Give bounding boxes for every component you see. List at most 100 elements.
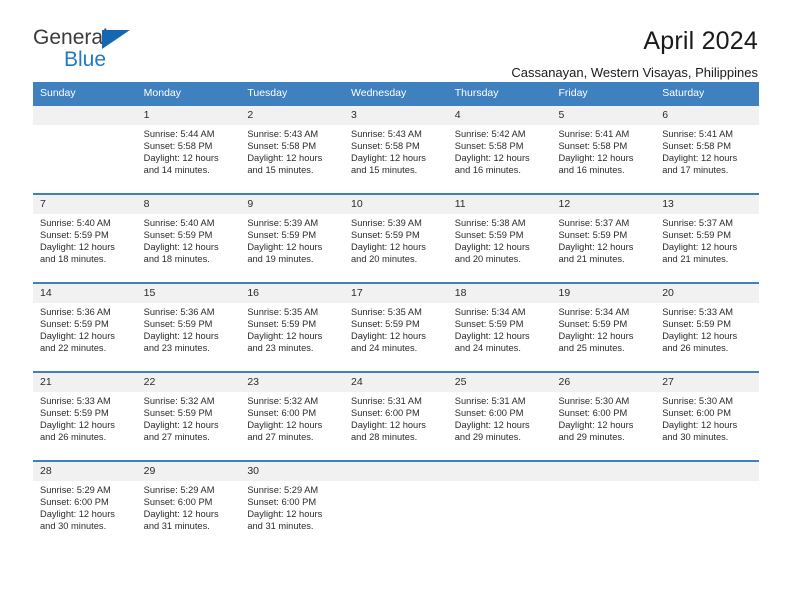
title-block: April 2024 Cassanayan, Western Visayas, … (153, 26, 758, 82)
day-number: 11 (447, 195, 552, 214)
day-details: Sunrise: 5:34 AM Sunset: 5:59 PM Dayligh… (454, 307, 530, 353)
day-details: Sunrise: 5:44 AM Sunset: 5:58 PM Dayligh… (143, 129, 219, 175)
day-number: 25 (447, 373, 552, 392)
day-details (551, 481, 655, 485)
day-details: Sunrise: 5:32 AM Sunset: 5:59 PM Dayligh… (143, 396, 219, 442)
day-details: Sunrise: 5:29 AM Sunset: 6:00 PM Dayligh… (40, 485, 115, 531)
day-details: Sunrise: 5:29 AM Sunset: 6:00 PM Dayligh… (143, 485, 219, 531)
day-cell[interactable]: 5 Sunrise: 5:41 AM Sunset: 5:58 PM Daylig… (551, 104, 656, 194)
day-cell-empty (447, 460, 552, 550)
day-details: Sunrise: 5:39 AM Sunset: 5:59 PM Dayligh… (351, 218, 426, 264)
day-number: 23 (240, 373, 345, 392)
day-number: 13 (655, 195, 759, 214)
day-details: Sunrise: 5:31 AM Sunset: 6:00 PM Dayligh… (454, 396, 530, 442)
week-row: 21 Sunrise: 5:33 AM Sunset: 5:59 PM Dayli… (33, 371, 759, 461)
day-number (447, 462, 552, 481)
day-details: Sunrise: 5:40 AM Sunset: 5:59 PM Dayligh… (143, 218, 219, 264)
day-details: Sunrise: 5:36 AM Sunset: 5:59 PM Dayligh… (40, 307, 115, 353)
day-cell[interactable]: 20 Sunrise: 5:33 AM Sunset: 5:59 PM Dayli… (655, 282, 759, 372)
day-cell-empty (551, 460, 656, 550)
day-number: 30 (240, 462, 345, 481)
day-details: Sunrise: 5:33 AM Sunset: 5:59 PM Dayligh… (662, 307, 738, 353)
day-cell[interactable]: 28 Sunrise: 5:29 AM Sunset: 6:00 PM Dayli… (33, 460, 137, 550)
day-details: Sunrise: 5:34 AM Sunset: 5:59 PM Dayligh… (558, 307, 634, 353)
day-cell[interactable]: 1 Sunrise: 5:44 AM Sunset: 5:58 PM Daylig… (136, 104, 241, 194)
page-subtitle: Cassanayan, Western Visayas, Philippines (511, 65, 758, 80)
day-cell[interactable]: 18 Sunrise: 5:34 AM Sunset: 5:59 PM Dayli… (447, 282, 552, 372)
day-cell[interactable]: 2 Sunrise: 5:43 AM Sunset: 5:58 PM Daylig… (240, 104, 345, 194)
day-cell[interactable]: 23 Sunrise: 5:32 AM Sunset: 6:00 PM Dayli… (240, 371, 345, 461)
day-cell[interactable]: 19 Sunrise: 5:34 AM Sunset: 5:59 PM Dayli… (551, 282, 656, 372)
week-row: 1 Sunrise: 5:44 AM Sunset: 5:58 PM Daylig… (33, 104, 759, 194)
day-cell[interactable]: 22 Sunrise: 5:32 AM Sunset: 5:59 PM Dayli… (136, 371, 241, 461)
day-number: 29 (136, 462, 241, 481)
day-number: 5 (551, 106, 656, 125)
day-cell-empty (344, 460, 448, 550)
day-cell[interactable]: 8 Sunrise: 5:40 AM Sunset: 5:59 PM Daylig… (136, 193, 241, 283)
day-details: Sunrise: 5:41 AM Sunset: 5:58 PM Dayligh… (662, 129, 738, 175)
day-details: Sunrise: 5:37 AM Sunset: 5:59 PM Dayligh… (662, 218, 738, 264)
day-number (551, 462, 656, 481)
day-details (33, 125, 137, 129)
week-row: 28 Sunrise: 5:29 AM Sunset: 6:00 PM Dayli… (33, 460, 759, 550)
day-details (344, 481, 448, 485)
day-number (655, 462, 759, 481)
day-cell[interactable]: 10 Sunrise: 5:39 AM Sunset: 5:59 PM Dayli… (344, 193, 448, 283)
day-details: Sunrise: 5:38 AM Sunset: 5:59 PM Dayligh… (454, 218, 530, 264)
day-details: Sunrise: 5:42 AM Sunset: 5:58 PM Dayligh… (454, 129, 530, 175)
day-number: 9 (240, 195, 345, 214)
day-cell[interactable] (33, 104, 137, 194)
week-row: 14 Sunrise: 5:36 AM Sunset: 5:59 PM Dayli… (33, 282, 759, 372)
day-number: 20 (655, 284, 759, 303)
day-number: 27 (655, 373, 759, 392)
day-cell[interactable]: 25 Sunrise: 5:31 AM Sunset: 6:00 PM Dayli… (447, 371, 552, 461)
day-cell[interactable]: 21 Sunrise: 5:33 AM Sunset: 5:59 PM Dayli… (33, 371, 137, 461)
day-cell[interactable]: 24 Sunrise: 5:31 AM Sunset: 6:00 PM Dayli… (344, 371, 448, 461)
day-number: 2 (240, 106, 345, 125)
general-blue-logo[interactable]: General Blue (33, 26, 153, 78)
day-details: Sunrise: 5:43 AM Sunset: 5:58 PM Dayligh… (247, 129, 323, 175)
day-cell[interactable]: 13 Sunrise: 5:37 AM Sunset: 5:59 PM Dayli… (655, 193, 759, 283)
day-number: 14 (33, 284, 137, 303)
day-cell[interactable]: 11 Sunrise: 5:38 AM Sunset: 5:59 PM Dayli… (447, 193, 552, 283)
weekday-header-tuesday: Tuesday (240, 82, 345, 105)
day-cell[interactable]: 9 Sunrise: 5:39 AM Sunset: 5:59 PM Daylig… (240, 193, 345, 283)
day-details: Sunrise: 5:33 AM Sunset: 5:59 PM Dayligh… (40, 396, 115, 442)
day-cell[interactable]: 27 Sunrise: 5:30 AM Sunset: 6:00 PM Dayli… (655, 371, 759, 461)
day-cell[interactable]: 3 Sunrise: 5:43 AM Sunset: 5:58 PM Daylig… (344, 104, 448, 194)
day-cell[interactable]: 15 Sunrise: 5:36 AM Sunset: 5:59 PM Dayli… (136, 282, 241, 372)
day-number: 19 (551, 284, 656, 303)
day-cell[interactable]: 29 Sunrise: 5:29 AM Sunset: 6:00 PM Dayli… (136, 460, 241, 550)
weekday-header-wednesday: Wednesday (344, 82, 448, 105)
sunrise-sunset-calendar: Sunday Monday Tuesday Wednesday Thursday… (33, 82, 759, 550)
day-number: 7 (33, 195, 137, 214)
logo-word-general: General (33, 26, 108, 49)
day-cell[interactable]: 6 Sunrise: 5:41 AM Sunset: 5:58 PM Daylig… (655, 104, 759, 194)
day-cell-empty (655, 460, 759, 550)
calendar-page: General Blue April 2024 Cassanayan, West… (0, 0, 792, 612)
logo-word-blue: Blue (64, 48, 107, 71)
calendar-body: 1 Sunrise: 5:44 AM Sunset: 5:58 PM Daylig… (33, 104, 759, 550)
day-details: Sunrise: 5:30 AM Sunset: 6:00 PM Dayligh… (558, 396, 634, 442)
day-number: 4 (447, 106, 552, 125)
day-details: Sunrise: 5:31 AM Sunset: 6:00 PM Dayligh… (351, 396, 426, 442)
day-number: 26 (551, 373, 656, 392)
day-number: 6 (655, 106, 759, 125)
day-number: 8 (136, 195, 241, 214)
day-number (33, 106, 137, 125)
day-cell[interactable]: 17 Sunrise: 5:35 AM Sunset: 5:59 PM Dayli… (344, 282, 448, 372)
day-details: Sunrise: 5:35 AM Sunset: 5:59 PM Dayligh… (247, 307, 323, 353)
day-number: 18 (447, 284, 552, 303)
day-details: Sunrise: 5:37 AM Sunset: 5:59 PM Dayligh… (558, 218, 634, 264)
day-number: 12 (551, 195, 656, 214)
day-cell[interactable]: 30 Sunrise: 5:29 AM Sunset: 6:00 PM Dayli… (240, 460, 345, 550)
day-cell[interactable]: 16 Sunrise: 5:35 AM Sunset: 5:59 PM Dayli… (240, 282, 345, 372)
weekday-header-friday: Friday (551, 82, 656, 105)
day-cell[interactable]: 14 Sunrise: 5:36 AM Sunset: 5:59 PM Dayli… (33, 282, 137, 372)
page-header: General Blue April 2024 Cassanayan, West… (0, 0, 792, 80)
day-cell[interactable]: 12 Sunrise: 5:37 AM Sunset: 5:59 PM Dayli… (551, 193, 656, 283)
day-cell[interactable]: 26 Sunrise: 5:30 AM Sunset: 6:00 PM Dayli… (551, 371, 656, 461)
day-cell[interactable]: 7 Sunrise: 5:40 AM Sunset: 5:59 PM Daylig… (33, 193, 137, 283)
day-cell[interactable]: 4 Sunrise: 5:42 AM Sunset: 5:58 PM Daylig… (447, 104, 552, 194)
day-details: Sunrise: 5:32 AM Sunset: 6:00 PM Dayligh… (247, 396, 323, 442)
